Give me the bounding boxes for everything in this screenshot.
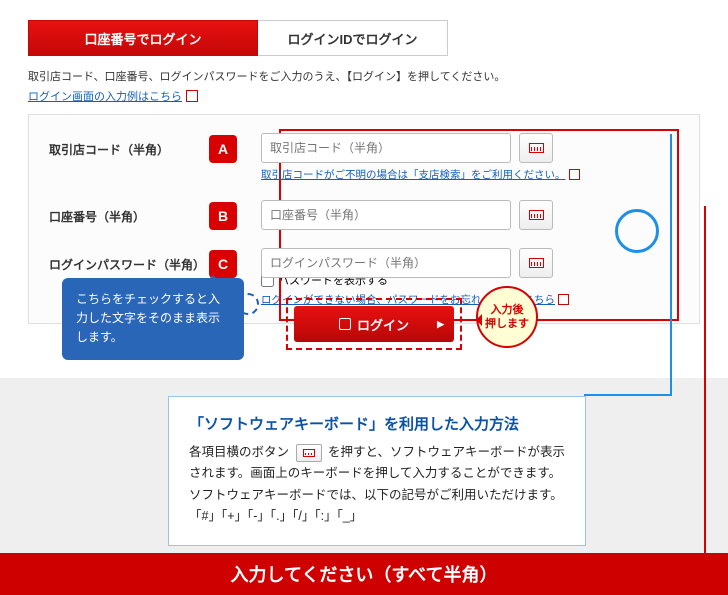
login-button-label: ログイン — [357, 315, 409, 334]
annotation-leader-blue — [670, 134, 672, 394]
keyboard-icon — [529, 143, 544, 153]
example-link[interactable]: ログイン画面の入力例はこちら — [28, 88, 198, 104]
password-keyboard-button[interactable] — [519, 248, 553, 278]
tab-login-id[interactable]: ログインIDでログイン — [258, 20, 448, 56]
branch-code-keyboard-button[interactable] — [519, 133, 553, 163]
badge-a: A — [209, 135, 237, 163]
software-keyboard-infobox: 「ソフトウェアキーボード」を利用した入力方法 各項目横のボタン を押すと、ソフト… — [168, 396, 586, 546]
password-input[interactable] — [261, 248, 511, 278]
branch-code-label: 取引店コード（半角） — [49, 133, 209, 158]
account-number-keyboard-button[interactable] — [519, 200, 553, 230]
bottom-instruction-bar: 入力してください（すべて半角） — [0, 553, 728, 595]
instructions-text: 取引店コード、口座番号、ログインパスワードをご入力のうえ、【ログイン】を押してく… — [28, 68, 700, 84]
login-button-highlight: ログイン — [286, 298, 462, 350]
annotation-leader-blue-h — [584, 394, 672, 396]
branch-code-input[interactable] — [261, 133, 511, 163]
login-button[interactable]: ログイン — [294, 306, 454, 342]
keyboard-icon — [303, 449, 315, 457]
branch-search-link[interactable]: 取引店コードがご不明の場合は「支店検索」をご利用ください。 — [261, 167, 580, 182]
keyboard-icon — [529, 210, 544, 220]
account-number-input[interactable] — [261, 200, 511, 230]
show-password-tooltip: こちらをチェックすると入力した文字をそのまま表示します。 — [62, 278, 244, 360]
keyboard-icon — [529, 258, 544, 268]
login-tabs: 口座番号でログイン ログインIDでログイン — [28, 20, 700, 56]
software-keyboard-title: 「ソフトウェアキーボード」を利用した入力方法 — [189, 413, 565, 434]
press-after-input-bubble: 入力後 押します — [476, 286, 538, 348]
sw-symbols: 「#」「+」「-」「.」「/」「:」「_」 — [189, 509, 362, 523]
account-number-label: 口座番号（半角） — [49, 200, 209, 225]
inline-keyboard-button-example — [296, 444, 322, 462]
sw-p1a: 各項目横のボタン — [189, 445, 289, 459]
password-label: ログインパスワード（半角） — [49, 248, 209, 273]
sw-p2: ソフトウェアキーボードでは、以下の記号がご利用いただけます。 — [189, 488, 563, 502]
badge-b: B — [209, 202, 237, 230]
annotation-leader-red — [704, 206, 706, 554]
tab-account-number[interactable]: 口座番号でログイン — [28, 20, 258, 56]
